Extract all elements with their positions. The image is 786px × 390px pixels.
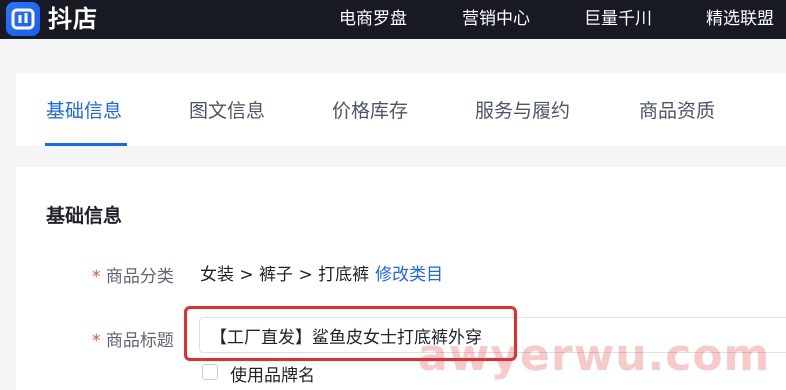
nav-item-alliance[interactable]: 精选联盟	[706, 0, 774, 39]
category-path-text: 女装 > 裤子 > 打底裤	[200, 265, 370, 285]
logo-glyph-icon	[11, 8, 35, 30]
tab-image-text-info[interactable]: 图文信息	[189, 96, 265, 123]
tab-product-qualification[interactable]: 商品资质	[639, 96, 715, 123]
tab-service-fulfillment[interactable]: 服务与履约	[475, 96, 570, 123]
nav-item-compass[interactable]: 电商罗盘	[339, 0, 407, 39]
tabs-bar: 基础信息 图文信息 价格库存 服务与履约 商品资质	[16, 73, 786, 146]
tab-price-stock[interactable]: 价格库存	[332, 96, 408, 123]
title-label: * 商品标题	[92, 326, 174, 351]
nav-item-qianchuan[interactable]: 巨量千川	[584, 0, 652, 39]
active-tab-indicator	[45, 143, 127, 146]
nav-item-marketing[interactable]: 营销中心	[462, 0, 530, 39]
use-brand-checkbox[interactable]	[202, 364, 218, 380]
category-label: * 商品分类	[92, 262, 174, 287]
section-title: 基础信息	[46, 205, 123, 227]
required-mark: *	[92, 331, 101, 351]
tab-basic-info[interactable]: 基础信息	[46, 96, 122, 123]
modify-category-link[interactable]: 修改类目	[375, 265, 443, 285]
title-label-text: 商品标题	[105, 331, 174, 351]
category-label-text: 商品分类	[105, 267, 174, 287]
use-brand-label[interactable]: 使用品牌名	[230, 361, 315, 386]
category-path: 女装 > 裤子 > 打底裤 修改类目	[200, 260, 443, 285]
watermark: awyerwu.com	[418, 330, 771, 381]
douyin-shop-logo-icon[interactable]	[6, 2, 40, 36]
required-mark: *	[92, 267, 101, 287]
top-nav-bar: 抖店 电商罗盘 营销中心 巨量千川 精选联盟	[0, 0, 786, 39]
logo-text[interactable]: 抖店	[48, 2, 98, 36]
